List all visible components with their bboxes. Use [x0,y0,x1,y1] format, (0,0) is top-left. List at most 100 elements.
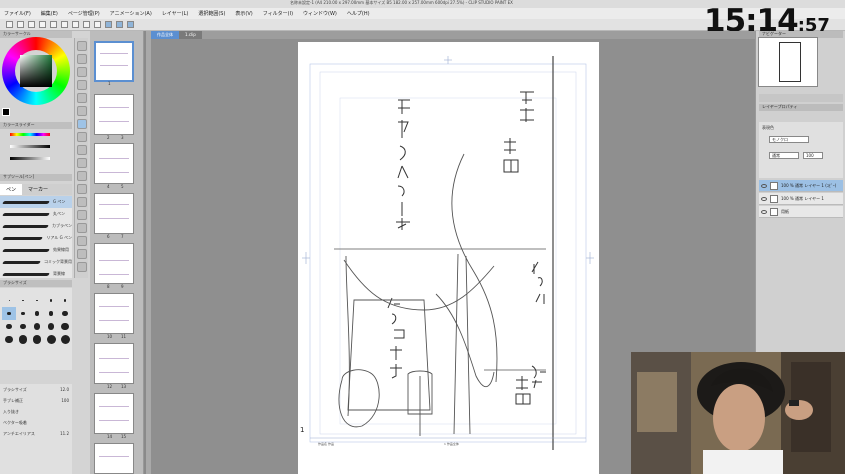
brush-size-option[interactable] [44,307,58,320]
layer-row[interactable]: 100 % 通常 レイヤー 1 [759,193,843,205]
brush-size-option[interactable] [2,333,16,346]
open-icon[interactable] [17,21,24,28]
navigator-viewport[interactable] [779,42,801,82]
expression-select[interactable]: モノクロ [769,136,809,143]
menu-file[interactable]: ファイル(F) [4,10,31,17]
clear-icon[interactable] [61,21,68,28]
brush-size-option[interactable] [44,294,58,307]
brush-item[interactable]: 効果線用 [0,244,72,256]
page-thumbnail[interactable]: 45 [94,143,134,189]
brush-size-option[interactable] [16,307,30,320]
brush-size-option[interactable] [58,307,72,320]
menu-layer[interactable]: レイヤー(L) [162,10,189,17]
fill-tool-icon[interactable] [77,184,87,194]
brush-size-option[interactable] [44,320,58,333]
manuscript-page[interactable]: 1 作品名 作品 1 作品全体 [298,42,599,474]
prop-row[interactable]: アンチエイリアス 11.2 [0,428,72,439]
eye-icon[interactable] [761,183,767,188]
saturation-slider[interactable] [10,145,50,148]
page-thumbnail[interactable]: 89 [94,243,134,289]
brush-item[interactable]: 丸ペン [0,208,72,220]
main-color-swatch[interactable] [2,108,10,116]
brush-size-option[interactable] [16,333,30,346]
navigator-thumbnail[interactable] [758,37,818,87]
menu-window[interactable]: ウィンドウ(W) [303,10,337,17]
brush-item[interactable]: 背景線 [0,268,72,280]
opacity-field[interactable]: 100 [803,152,823,159]
pen-tool-icon[interactable] [77,119,87,129]
brush-item[interactable]: カブラペン [0,220,72,232]
menu-page[interactable]: ページ管理(P) [68,10,100,17]
brush-item[interactable]: リアル G ペン [0,232,72,244]
page-thumbnail[interactable]: 12 13 [94,343,134,389]
eyedropper-tool-icon[interactable] [77,106,87,116]
brush-size-option[interactable] [44,333,58,346]
undo-icon[interactable] [39,21,46,28]
color-wheel[interactable] [2,37,70,105]
layer-row[interactable]: 用紙 [759,206,843,218]
save-icon[interactable] [28,21,35,28]
page-thumbnail[interactable]: 1 [94,41,134,86]
menu-filter[interactable]: フィルター(I) [263,10,293,17]
zoom-tool-icon[interactable] [77,41,87,51]
menu-help[interactable]: ヘルプ(H) [347,10,370,17]
brush-size-option[interactable] [30,294,44,307]
brush-tool-icon[interactable] [77,145,87,155]
eraser-tool-icon[interactable] [77,171,87,181]
deselect-icon[interactable] [83,21,90,28]
pencil-tool-icon[interactable] [77,132,87,142]
brush-item[interactable]: コミック背景用 [0,256,72,268]
hue-slider[interactable] [10,133,50,136]
menu-selection[interactable]: 選択範囲(S) [198,10,225,17]
text-tool-icon[interactable] [77,236,87,246]
frame-tool-icon[interactable] [77,223,87,233]
lasso-tool-icon[interactable] [77,93,87,103]
tab-marker[interactable]: マーカー [22,184,54,195]
saturation-value-square[interactable] [20,55,52,87]
brush-size-option[interactable] [30,320,44,333]
tab-document[interactable]: 作品全体 [151,31,179,39]
brush-size-option[interactable] [2,320,16,333]
redo-icon[interactable] [50,21,57,28]
brush-item[interactable]: G ペン [0,196,72,208]
prop-row[interactable]: 入り抜き [0,406,72,417]
tab-file[interactable]: 1.clip [179,31,202,39]
blend-mode-select[interactable]: 通常 [769,152,799,159]
snap-ruler-icon[interactable] [105,21,112,28]
transform-icon[interactable] [72,21,79,28]
airbrush-tool-icon[interactable] [77,158,87,168]
snap-grid-icon[interactable] [127,21,134,28]
navigator-controls[interactable] [759,94,843,102]
brush-size-option[interactable] [16,320,30,333]
page-thumbnail[interactable]: 23 [94,94,134,140]
value-slider[interactable] [10,157,50,160]
menu-view[interactable]: 表示(V) [235,10,252,17]
hand-tool-icon[interactable] [77,54,87,64]
brush-size-option[interactable] [58,294,72,307]
ruler-tool-icon[interactable] [77,262,87,272]
prop-row[interactable]: ブラシサイズ 12.0 [0,384,72,395]
eye-icon[interactable] [761,196,767,201]
brush-size-option[interactable] [16,294,30,307]
brush-size-option[interactable] [30,307,44,320]
move-tool-icon[interactable] [77,67,87,77]
prop-row[interactable]: ベクター吸着 [0,417,72,428]
balloon-tool-icon[interactable] [77,249,87,259]
select-tool-icon[interactable] [77,80,87,90]
page-thumbnail[interactable] [94,443,134,474]
page-thumbnail[interactable]: 10 11 [94,293,134,339]
brush-size-option[interactable] [2,294,16,307]
shape-tool-icon[interactable] [77,210,87,220]
menu-edit[interactable]: 編集(E) [41,10,58,17]
page-thumbnail[interactable]: 14 15 [94,393,134,439]
menu-animation[interactable]: アニメーション(A) [110,10,152,17]
brush-size-option[interactable] [30,333,44,346]
tab-pen[interactable]: ペン [0,184,23,195]
gradient-tool-icon[interactable] [77,197,87,207]
snap-guide-icon[interactable] [116,21,123,28]
layer-row[interactable]: 100 % 通常 レイヤー 1 (ｺﾋﾟｰ) [759,180,843,192]
invert-icon[interactable] [94,21,101,28]
eye-icon[interactable] [761,209,767,214]
brush-size-option[interactable] [58,333,72,346]
brush-size-option[interactable] [58,320,72,333]
